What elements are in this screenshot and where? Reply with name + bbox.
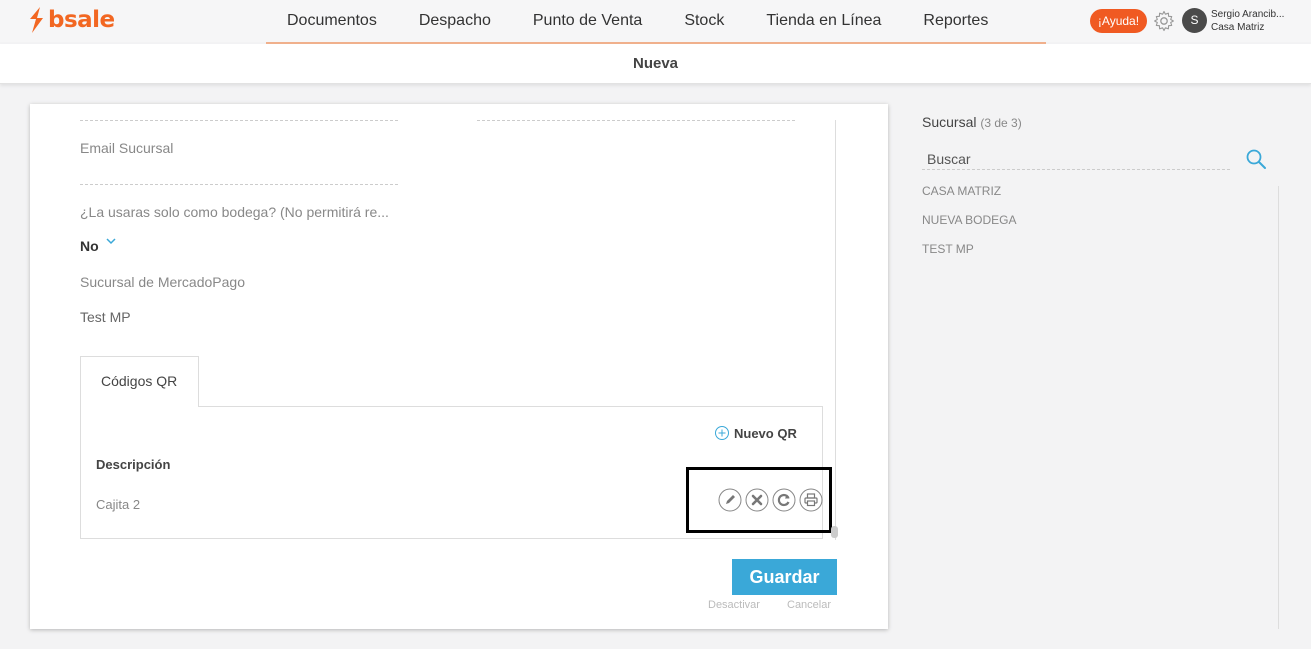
tab-codigos-qr-label: Códigos QR: [101, 373, 178, 389]
bsale-logo[interactable]: bsale: [26, 6, 115, 34]
nav-item-tienda-en-linea[interactable]: Tienda en Línea: [766, 12, 881, 30]
email-field[interactable]: Email Sucursal: [80, 140, 173, 156]
warehouse-select[interactable]: No: [80, 238, 99, 254]
main-nav: Documentos Despacho Punto de Venta Stock…: [266, 0, 1046, 44]
gear-icon[interactable]: [1152, 9, 1176, 33]
plus-circle-icon: [715, 426, 729, 440]
chevron-down-icon[interactable]: [105, 236, 117, 246]
search-icon[interactable]: [1245, 148, 1267, 170]
nav-item-stock[interactable]: Stock: [684, 12, 724, 30]
warehouse-question-label: ¿La usaras solo como bodega? (No permiti…: [80, 204, 389, 220]
user-name[interactable]: Sergio Arancib...: [1211, 9, 1284, 20]
print-icon[interactable]: [799, 488, 823, 512]
help-button[interactable]: ¡Ayuda!: [1090, 9, 1147, 33]
side-scrollbar: [1278, 186, 1279, 629]
cancel-link[interactable]: Cancelar: [787, 599, 831, 611]
qr-actions-highlight: [686, 467, 832, 533]
qr-panel: Nuevo QR Descripción Cajita 2: [80, 406, 832, 539]
scrollbar-handle[interactable]: [831, 526, 838, 538]
nav-item-reportes[interactable]: Reportes: [923, 12, 988, 30]
bsale-logo-text: bsale: [48, 7, 115, 33]
branch-list-title: Sucursal (3 de 3): [922, 114, 1022, 130]
qr-row-description: Cajita 2: [96, 497, 141, 512]
sub-bar: Nueva: [0, 44, 1311, 84]
edit-icon[interactable]: [718, 488, 742, 512]
nav-item-despacho[interactable]: Despacho: [419, 12, 491, 30]
email-field-underline: [80, 184, 398, 185]
avatar[interactable]: S: [1182, 8, 1207, 33]
branch-item[interactable]: TEST MP: [922, 242, 974, 256]
branch-list-title-label: Sucursal: [922, 114, 977, 130]
deactivate-link[interactable]: Desactivar: [708, 599, 760, 611]
page-title: Nueva: [632, 55, 679, 72]
top-bar: bsale Documentos Despacho Punto de Venta…: [0, 0, 1311, 44]
branch-form-card: Email Sucursal ¿La usaras solo como bode…: [30, 104, 888, 629]
search-input[interactable]: [922, 148, 1230, 170]
new-qr-button[interactable]: Nuevo QR: [714, 425, 797, 441]
form-divider: [835, 120, 836, 540]
save-button[interactable]: Guardar: [732, 559, 837, 595]
field-underline: [477, 120, 795, 121]
field-underline: [80, 120, 398, 121]
nav-item-documentos[interactable]: Documentos: [287, 12, 377, 30]
delete-icon[interactable]: [745, 488, 769, 512]
new-qr-label: Nuevo QR: [734, 425, 797, 441]
mercadopago-value[interactable]: Test MP: [80, 309, 131, 325]
refresh-icon[interactable]: [772, 488, 796, 512]
branch-item[interactable]: CASA MATRIZ: [922, 184, 1001, 198]
bsale-logo-icon: [30, 7, 43, 33]
branch-item[interactable]: NUEVA BODEGA: [922, 213, 1016, 227]
user-branch: Casa Matriz: [1211, 22, 1265, 33]
branch-count: (3 de 3): [980, 116, 1022, 130]
mercadopago-label: Sucursal de MercadoPago: [80, 274, 245, 290]
tab-codigos-qr[interactable]: Códigos QR: [80, 356, 199, 407]
column-header-descripcion: Descripción: [96, 457, 171, 472]
nav-item-punto-de-venta[interactable]: Punto de Venta: [533, 12, 642, 30]
